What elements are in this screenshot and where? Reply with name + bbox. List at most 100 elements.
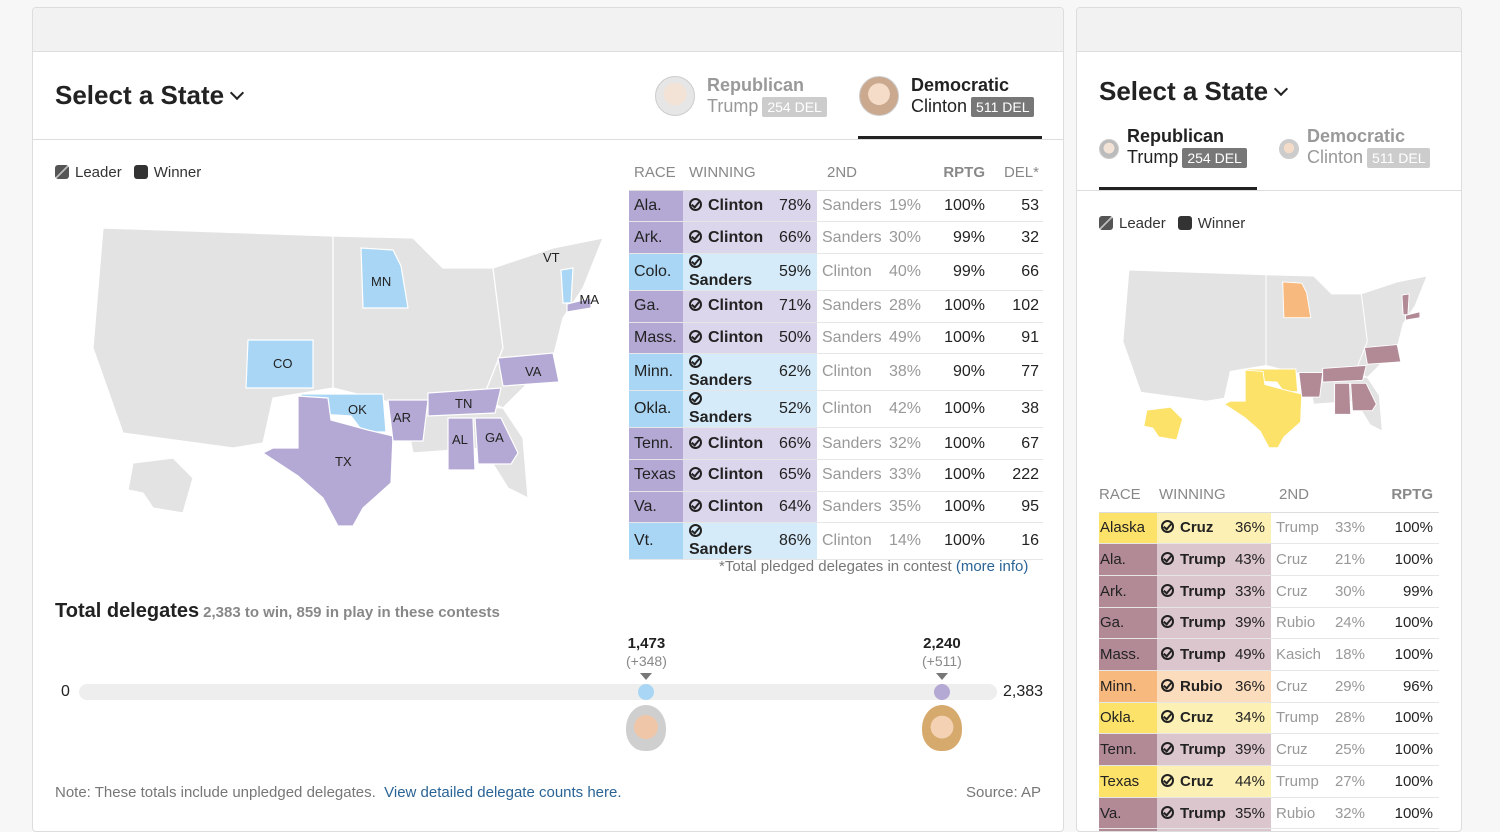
table-row[interactable]: Mass. Clinton 50% Sanders 49% 100% 91 [629,322,1043,355]
second-name: Cruz [1271,543,1331,576]
race-cell: Ark. [629,221,683,254]
table-row[interactable]: Minn. Sanders 62% Clinton 38% 90% 77 [629,353,1043,392]
winner-cell: Clinton [683,491,771,524]
table-row[interactable]: Okla. Sanders 52% Clinton 42% 100% 38 [629,390,1043,429]
check-circle-icon [689,435,702,449]
table-row[interactable]: Tenn. Trump 39% Cruz 25% 100% [1099,733,1439,766]
winner-cell: Clinton [683,190,771,223]
winner-swatch [133,165,148,179]
table-row[interactable]: Okla. Cruz 34% Trump 28% 100% [1099,702,1439,735]
column-header-rptg[interactable]: RPTG [931,156,995,191]
table-row[interactable]: Texas Clinton 65% Sanders 33% 100% 222 [629,459,1043,492]
table-row[interactable]: Vt. Sanders 86% Clinton 14% 100% 16 [629,522,1043,561]
legend-leader-label: Leader [75,164,122,181]
winner-cell: Clinton [683,459,771,492]
table-row[interactable]: Va. Clinton 64% Sanders 35% 100% 95 [629,491,1043,524]
table-row[interactable]: Ga. Clinton 71% Sanders 28% 100% 102 [629,290,1043,323]
winner-cell: Cruz [1157,765,1229,798]
tab-candidate-label: Clinton [1307,147,1364,167]
chevron-down-icon [230,85,245,101]
race-cell: Ga. [629,290,683,323]
map-state-vt [560,267,574,304]
map-legend: Leader Winner [55,164,201,181]
tab-democratic[interactable]: Democratic Clinton 511 DEL [1307,126,1431,168]
table-row[interactable]: Tenn. Clinton 66% Sanders 32% 100% 67 [629,427,1043,460]
column-header-del[interactable]: DEL* [995,156,1043,191]
winner-cell: Sanders [683,522,771,561]
select-state-label: Select a State [1099,76,1269,106]
second-percent: 19% [885,190,931,223]
clinton-portrait-icon [859,76,899,116]
second-name: Sanders [817,290,885,323]
tab-republican[interactable]: Republican Trump 254 DEL [1127,126,1247,168]
reporting-percent: 100% [931,491,995,524]
winner-percent: 64% [771,491,817,524]
delegates-count: 53 [995,190,1043,223]
winner-name: Trump [1180,582,1226,600]
race-cell: Tenn. [1099,733,1157,766]
map-label-va: VA [525,364,542,379]
second-name: Sanders [817,491,885,524]
race-cell: Alaska [1099,512,1157,545]
table-row[interactable]: Mass. Trump 49% Kasich 18% 100% [1099,638,1439,671]
table-row[interactable]: Minn. Rubio 36% Cruz 29% 96% [1099,670,1439,703]
delegates-count: 38 [995,390,1043,429]
winner-percent: 36% [1229,512,1271,545]
select-state-dropdown[interactable]: Select a State [1099,76,1289,107]
winner-cell: Trump [1157,638,1229,671]
delegates-count: 102 [995,290,1043,323]
map-label-vt: VT [543,250,560,265]
second-percent: 38% [885,353,931,392]
table-row[interactable]: Ark. Trump 33% Cruz 30% 99% [1099,575,1439,608]
legend-winner-label: Winner [153,164,202,181]
republican-results-panel: Select a State Republican Trump 254 DEL D… [1076,7,1462,832]
race-cell: Ark. [1099,575,1157,608]
winner-cell: Clinton [683,427,771,460]
column-header-second[interactable]: 2ND [1271,478,1375,513]
table-row[interactable]: Va. Trump 35% Rubio 32% 100% [1099,797,1439,830]
column-header-second[interactable]: 2ND [817,156,931,191]
map-landmass-west [1122,269,1267,402]
map-label-ga: GA [485,430,504,445]
panel-top-bar [1077,8,1461,52]
leader-swatch [55,165,69,179]
map-label-mn: MN [371,274,391,289]
winner-cell: Cruz [1157,512,1229,545]
race-cell: Minn. [1099,670,1157,703]
reporting-percent: 100% [931,427,995,460]
column-header-rptg[interactable]: RPTG [1375,478,1439,513]
column-header-race[interactable]: RACE [629,156,683,191]
column-header-winning[interactable]: WINNING [1157,478,1271,513]
leader-swatch [1099,216,1113,230]
table-row[interactable]: Ala. Trump 43% Cruz 21% 100% [1099,543,1439,576]
winner-cell: Trump [1157,543,1229,576]
second-name: Rubio [1271,607,1331,640]
check-circle-icon [1161,520,1174,534]
us-results-map [1122,269,1427,449]
tab-republican[interactable]: Republican Trump 254 DEL [707,75,827,117]
winner-name: Sanders [689,409,753,427]
tab-candidate-label: Clinton [911,96,968,116]
table-row[interactable]: Ala. Clinton 78% Sanders 19% 100% 53 [629,190,1043,223]
clinton-portrait-icon [921,705,962,751]
map-state-al [1334,382,1352,415]
detailed-counts-link[interactable]: View detailed delegate counts here. [384,784,621,801]
table-row[interactable]: Texas Cruz 44% Trump 27% 100% [1099,765,1439,798]
column-header-winning[interactable]: WINNING [683,156,817,191]
select-state-dropdown[interactable]: Select a State [55,80,245,111]
tab-democratic[interactable]: Democratic Clinton 511 DEL [911,75,1035,117]
column-header-race[interactable]: RACE [1099,478,1157,513]
panel-top-bar [33,8,1063,52]
bar-max-label: 2,383 [1003,683,1044,700]
table-row[interactable]: Ga. Trump 39% Rubio 24% 100% [1099,607,1439,640]
more-info-link[interactable]: (more info) [956,558,1029,575]
table-row[interactable]: Ark. Clinton 66% Sanders 30% 99% 32 [629,221,1043,254]
second-percent: 21% [1331,543,1375,576]
table-row[interactable]: Alaska Cruz 36% Trump 33% 100% [1099,512,1439,545]
reporting-percent: 100% [1375,607,1439,640]
second-name: Sanders [817,190,885,223]
republican-results-table: RACE WINNING 2ND RPTG Alaska Cruz 36% Trump… [1099,478,1439,831]
winner-name: Sanders [689,372,753,390]
table-row[interactable]: Colo. Sanders 59% Clinton 40% 99% 66 [629,253,1043,291]
map-legend: Leader Winner [1099,215,1245,232]
